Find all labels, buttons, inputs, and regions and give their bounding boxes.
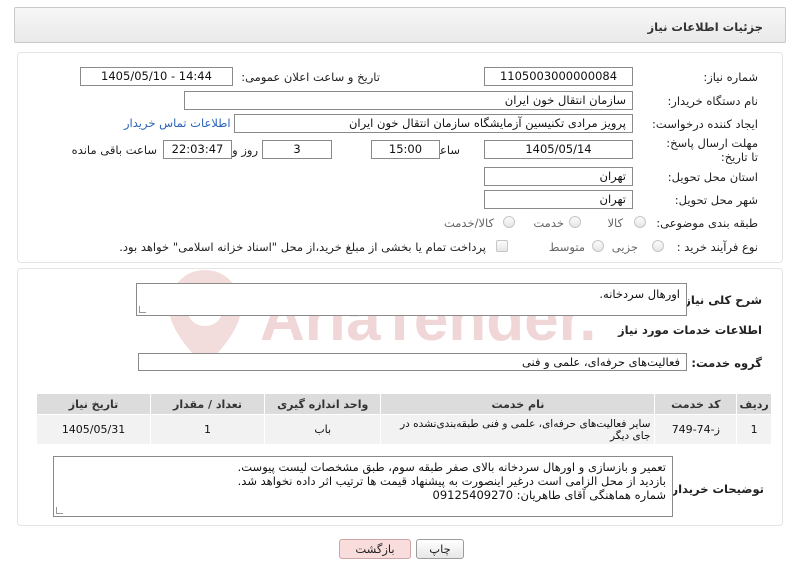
service-group-label: گروه خدمت:: [691, 356, 762, 370]
province-field: تهران: [484, 167, 633, 186]
description-field: اورهال سردخانه.: [136, 283, 687, 316]
buyer-org-label: نام دستگاه خریدار:: [667, 94, 758, 108]
remaining-time-field: 22:03:47: [163, 140, 232, 159]
deadline-time-field: 15:00: [371, 140, 440, 159]
category-goods-label: کالا: [607, 216, 623, 230]
city-field: تهران: [484, 190, 633, 209]
cell-name: سایر فعالیت‌های حرفه‌ای، علمی و فنی طبقه…: [380, 414, 656, 445]
creator-field: پرویز مرادی تکنیسین آزمایشگاه سازمان انت…: [234, 114, 633, 133]
process-medium-radio[interactable]: [592, 240, 604, 252]
contact-info-link[interactable]: اطلاعات تماس خریدار: [124, 116, 231, 130]
buyer-notes-line-3: شماره هماهنگی آقای طاهریان: 09125409270: [432, 488, 666, 502]
buyer-org-field: سازمان انتقال خون ایران: [184, 91, 633, 110]
header-panel: جزئیات اطلاعات نیاز: [14, 7, 786, 43]
announce-date-field: 1405/05/10 - 14:44: [80, 67, 233, 86]
panel-title: جزئیات اطلاعات نیاز: [647, 20, 763, 34]
resize-handle-icon[interactable]: [56, 507, 63, 514]
table-row: 1 ز-74-749 سایر فعالیت‌های حرفه‌ای، علمی…: [35, 414, 772, 445]
print-button[interactable]: چاپ: [416, 539, 464, 559]
col-date: تاریخ نیاز: [35, 393, 152, 415]
category-service-radio[interactable]: [569, 216, 581, 228]
col-name: نام خدمت: [380, 393, 656, 415]
announce-label: تاریخ و ساعت اعلان عمومی:: [241, 70, 380, 84]
back-button[interactable]: بازگشت: [339, 539, 411, 559]
category-goods-radio[interactable]: [634, 216, 646, 228]
col-qty: تعداد / مقدار: [150, 393, 266, 415]
description-text: اورهال سردخانه.: [599, 287, 680, 301]
services-header: اطلاعات خدمات مورد نیاز: [618, 323, 762, 337]
cell-code: ز-74-749: [654, 414, 738, 445]
days-field: 3: [262, 140, 332, 159]
table-header-row: ردیف کد خدمت نام خدمت واحد اندازه گیری ت…: [35, 393, 772, 415]
category-service-label: خدمت: [533, 216, 564, 230]
days-label: روز و: [232, 143, 258, 157]
province-label: استان محل تحویل:: [667, 170, 758, 184]
need-number-field: 1105003000000084: [484, 67, 633, 86]
col-unit: واحد اندازه گیری: [264, 393, 382, 415]
col-code: کد خدمت: [654, 393, 738, 415]
buyer-notes-label: توضیحات خریدار:: [666, 482, 764, 496]
description-label: شرح کلی نیاز:: [679, 293, 762, 307]
need-number-label: شماره نیاز:: [703, 70, 758, 84]
cell-row: 1: [736, 414, 772, 445]
resize-handle-icon[interactable]: [139, 306, 146, 313]
cell-unit: باب: [264, 414, 382, 445]
buyer-notes-field: تعمیر و بازسازی و اورهال سردخانه بالای ص…: [53, 456, 673, 517]
payment-note: پرداخت تمام یا بخشی از مبلغ خرید،از محل …: [119, 240, 486, 254]
process-label: نوع فرآیند خرید :: [676, 240, 758, 254]
col-row: ردیف: [736, 393, 772, 415]
cell-qty: 1: [150, 414, 266, 445]
buyer-notes-line-2: بازدید از محل الزامی است درغیر اینصورت ب…: [237, 474, 666, 488]
services-table: ردیف کد خدمت نام خدمت واحد اندازه گیری ت…: [35, 393, 772, 445]
category-both-radio[interactable]: [503, 216, 515, 228]
deadline-label: مهلت ارسال پاسخ: تا تاریخ:: [666, 136, 758, 164]
cell-date: 1405/05/31: [35, 414, 152, 445]
process-small-radio[interactable]: [652, 240, 664, 252]
category-label: طبقه بندی موضوعی:: [656, 216, 758, 230]
category-both-label: کالا/خدمت: [443, 216, 494, 230]
remaining-label: ساعت باقی مانده: [71, 143, 157, 157]
treasury-payment-checkbox[interactable]: [496, 240, 508, 252]
process-medium-label: متوسط: [548, 240, 585, 254]
city-label: شهر محل تحویل:: [674, 193, 758, 207]
service-group-field: فعالیت‌های حرفه‌ای، علمی و فنی: [138, 353, 687, 371]
buyer-notes-line-1: تعمیر و بازسازی و اورهال سردخانه بالای ص…: [237, 460, 666, 474]
deadline-date-field: 1405/05/14: [484, 140, 633, 159]
creator-label: ایجاد کننده درخواست:: [652, 117, 758, 131]
process-small-label: جزیی: [611, 240, 638, 254]
